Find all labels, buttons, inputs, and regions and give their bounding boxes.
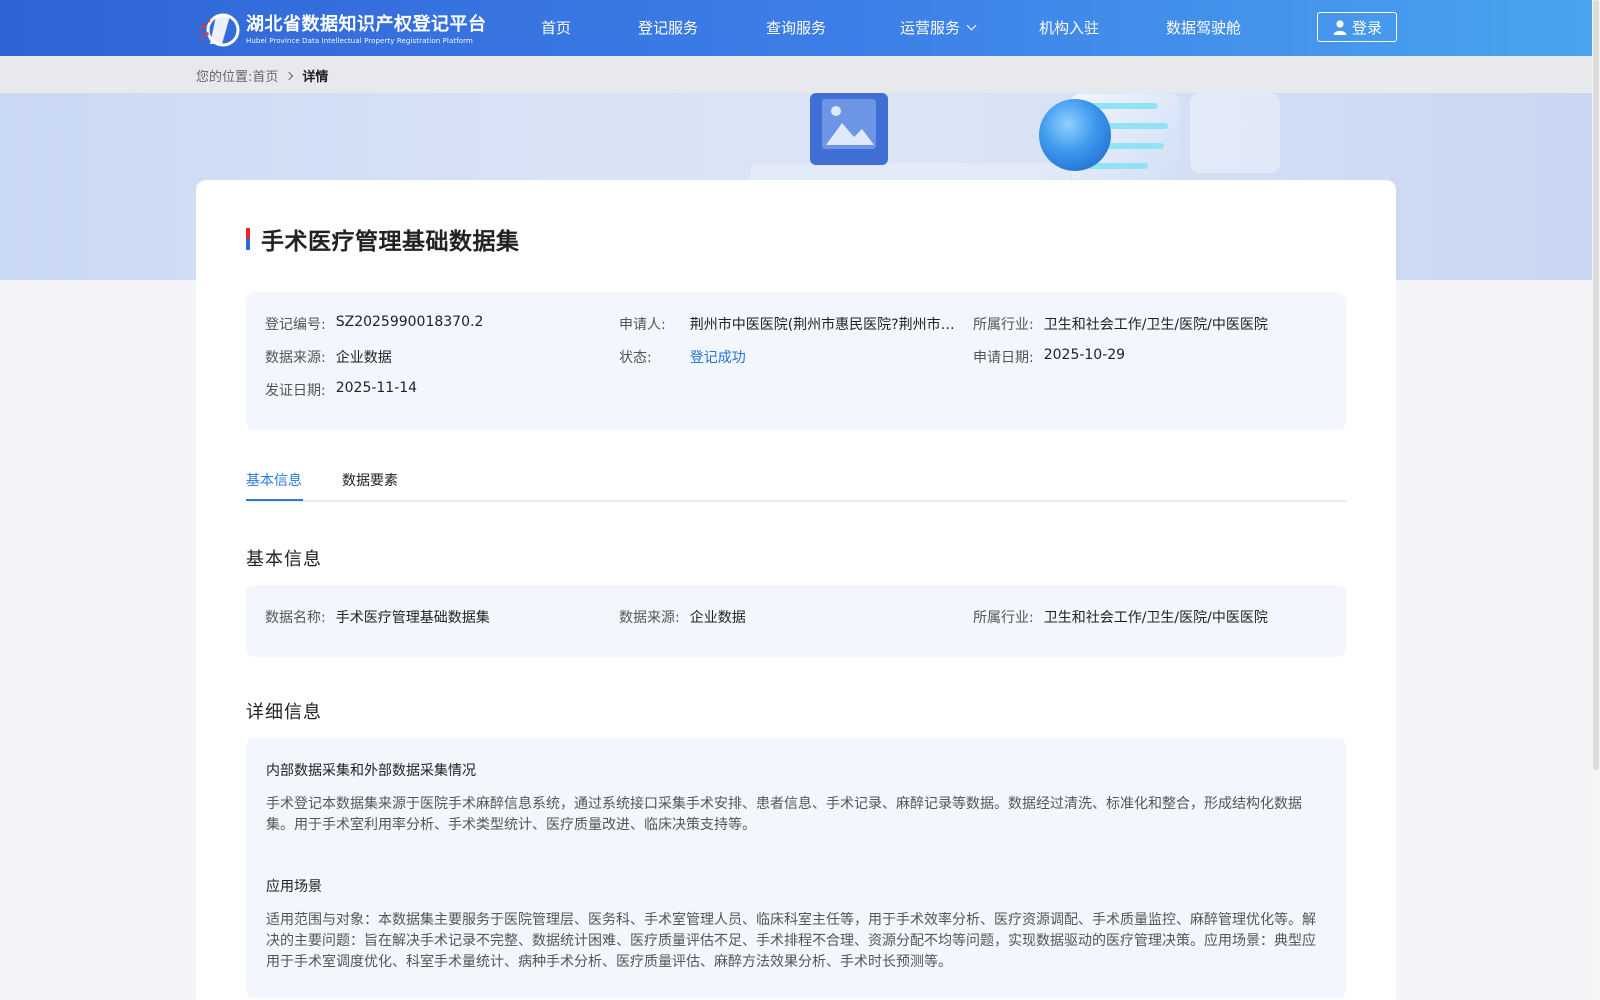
detail-card: 手术医疗管理基础数据集 登记编号: SZ2025990018370.2 申请人:…	[196, 180, 1396, 1000]
breadcrumb-home[interactable]: 首页	[252, 66, 278, 85]
basic-source-field: 数据来源: 企业数据	[619, 607, 746, 627]
status-field: 状态: 登记成功	[619, 347, 746, 367]
apply-date-field: 申请日期: 2025-10-29	[973, 347, 1125, 367]
collection-heading: 内部数据采集和外部数据采集情况	[266, 763, 476, 779]
industry-field: 所属行业: 卫生和社会工作/卫生/医院/中医医院	[973, 314, 1268, 334]
basic-source-value: 企业数据	[689, 610, 746, 626]
issue-date-label: 发证日期:	[265, 383, 326, 399]
applicant-field: 申请人: 荆州市中医医院(荆州市惠民医院?荆州市…	[619, 314, 955, 334]
applicant-value: 荆州市中医医院(荆州市惠民医院?荆州市…	[689, 317, 955, 333]
industry-label: 所属行业:	[973, 317, 1034, 333]
basic-info-box: 数据名称: 手术医疗管理基础数据集 数据来源: 企业数据 所属行业: 卫生和社会…	[246, 585, 1346, 657]
breadcrumb-prefix: 您的位置:	[196, 70, 253, 85]
scenario-heading: 应用场景	[266, 879, 322, 895]
breadcrumb: 您的位置: 首页 详情	[196, 66, 328, 85]
nav-operations-label: 运营服务	[900, 19, 961, 37]
source-field: 数据来源: 企业数据	[265, 347, 392, 367]
nav-operations[interactable]: 运营服务	[900, 18, 977, 38]
page-scrollbar[interactable]	[1592, 0, 1600, 1000]
status-label: 状态:	[619, 350, 652, 366]
detail-info-heading: 详细信息	[246, 702, 322, 723]
data-name-label: 数据名称:	[265, 610, 326, 626]
summary-box: 登记编号: SZ2025990018370.2 申请人: 荆州市中医医院(荆州市…	[246, 292, 1346, 430]
detail-info-box: 内部数据采集和外部数据采集情况 手术登记本数据集来源于医院手术麻醉信息系统，通过…	[246, 738, 1346, 998]
source-value: 企业数据	[335, 350, 392, 366]
basic-industry-value: 卫生和社会工作/卫生/医院/中医医院	[1043, 610, 1268, 626]
reg-no-label: 登记编号:	[265, 317, 326, 333]
logo-emblem-icon	[199, 13, 240, 47]
tab-basic-info[interactable]: 基本信息	[246, 470, 302, 490]
chevron-down-icon	[966, 20, 977, 31]
detail-tabs: 基本信息 数据要素	[246, 470, 1346, 502]
nav-query[interactable]: 查询服务	[766, 18, 826, 38]
scenario-text: 适用范围与对象：本数据集主要服务于医院管理层、医务科、手术室管理人员、临床科室主…	[266, 912, 1316, 970]
page-title: 手术医疗管理基础数据集	[261, 229, 520, 255]
issue-date-field: 发证日期: 2025-11-14	[265, 380, 417, 400]
apply-date-label: 申请日期:	[973, 350, 1034, 366]
nav-cockpit[interactable]: 数据驾驶舱	[1166, 18, 1241, 38]
reg-no-field: 登记编号: SZ2025990018370.2	[265, 314, 483, 334]
basic-industry-field: 所属行业: 卫生和社会工作/卫生/医院/中医医院	[973, 607, 1268, 627]
active-tab-indicator	[246, 499, 303, 501]
title-row: 手术医疗管理基础数据集	[246, 222, 520, 256]
login-button[interactable]: 登录	[1317, 12, 1397, 42]
login-label: 登录	[1351, 18, 1382, 37]
issue-date-value: 2025-11-14	[335, 380, 418, 396]
title-accent-icon	[246, 228, 250, 250]
breadcrumb-bar: 您的位置: 首页 详情	[0, 56, 1592, 93]
scrollbar-thumb[interactable]	[1593, 0, 1599, 770]
apply-date-value: 2025-10-29	[1043, 347, 1126, 363]
nav-home[interactable]: 首页	[541, 18, 571, 38]
nav-institution[interactable]: 机构入驻	[1039, 18, 1099, 38]
user-icon	[1333, 20, 1347, 35]
logo-subtitle: Hubei Province Data Intellectual Propert…	[246, 37, 473, 45]
status-badge: 登记成功	[689, 350, 746, 366]
applicant-label: 申请人:	[619, 317, 666, 333]
reg-no-value: SZ2025990018370.2	[335, 314, 484, 330]
top-header: 湖北省数据知识产权登记平台 Hubei Province Data Intell…	[0, 0, 1600, 56]
basic-info-heading: 基本信息	[246, 549, 322, 570]
source-label: 数据来源:	[265, 350, 326, 366]
breadcrumb-current: 详情	[302, 70, 329, 85]
nav-registration[interactable]: 登记服务	[638, 18, 698, 38]
industry-value: 卫生和社会工作/卫生/医院/中医医院	[1043, 317, 1268, 333]
basic-source-label: 数据来源:	[619, 610, 680, 626]
logo-title: 湖北省数据知识产权登记平台	[246, 14, 487, 35]
platform-logo[interactable]: 湖北省数据知识产权登记平台 Hubei Province Data Intell…	[196, 12, 496, 48]
chevron-right-icon	[285, 71, 294, 80]
basic-industry-label: 所属行业:	[973, 610, 1034, 626]
collection-text: 手术登记本数据集来源于医院手术麻醉信息系统，通过系统接口采集手术安排、患者信息、…	[266, 796, 1302, 833]
data-name-field: 数据名称: 手术医疗管理基础数据集	[265, 607, 490, 627]
tab-data-elements[interactable]: 数据要素	[342, 470, 398, 490]
data-name-value: 手术医疗管理基础数据集	[335, 610, 490, 626]
